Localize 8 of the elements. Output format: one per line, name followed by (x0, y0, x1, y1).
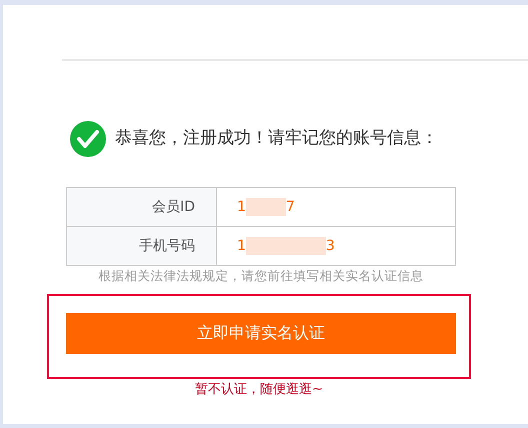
notice-text: 根据相关法律法规规定，请您前往填写相关实名认证信息 (98, 267, 424, 285)
field-label: 会员ID (66, 188, 216, 226)
field-value: 1 3 (216, 226, 456, 266)
field-label: 手机号码 (66, 226, 216, 266)
success-heading: 恭喜您，注册成功！请牢记您的账号信息： (115, 127, 438, 150)
success-check-icon (70, 121, 106, 157)
skip-link[interactable]: 暂不认证，随便逛逛~ (195, 382, 323, 397)
field-value: 1 7 (216, 188, 456, 226)
